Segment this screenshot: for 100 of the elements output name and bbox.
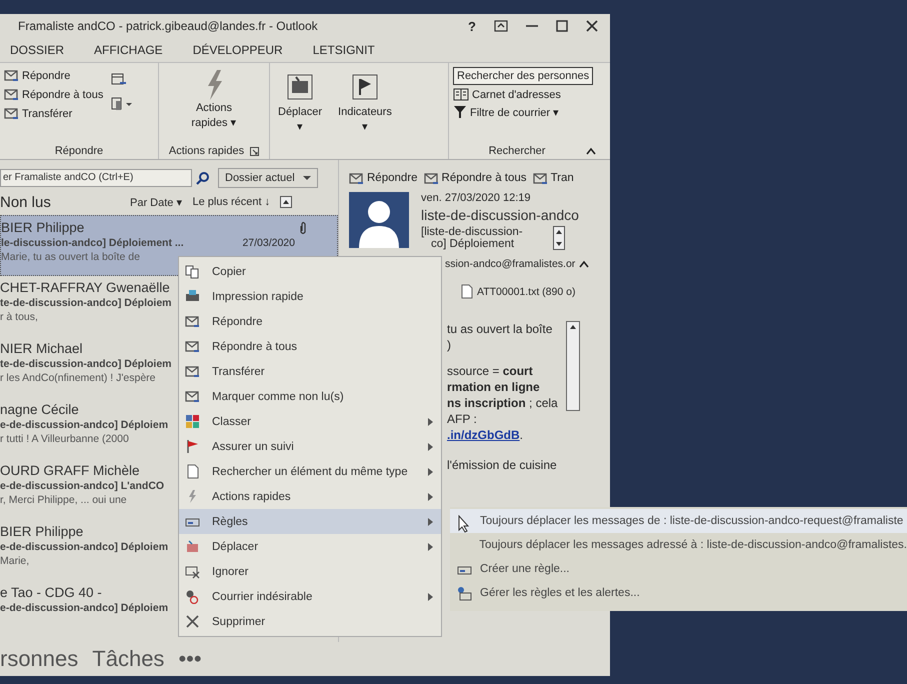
- rules-alert-icon: [457, 586, 472, 600]
- envelope-icon: [4, 68, 19, 83]
- address-book-button[interactable]: Carnet d'adresses: [453, 87, 594, 102]
- subject-scroll-icon: [552, 226, 565, 250]
- message-preview: r les AndCo(nfinement) ! J'espère: [0, 372, 156, 384]
- filter-mail-button[interactable]: Filtre de courrier ▾: [453, 104, 594, 120]
- envelope-icon: [4, 106, 19, 121]
- ribbon-tab[interactable]: LETSIGNIT: [312, 41, 375, 59]
- ribbon-tab[interactable]: AFFICHAGE: [94, 41, 163, 59]
- help-button[interactable]: ?: [468, 18, 476, 34]
- reply-action-button[interactable]: Tran: [532, 168, 574, 188]
- body-text: rmation en ligne: [447, 379, 541, 395]
- people-search-field[interactable]: Rechercher des personnes: [453, 67, 594, 85]
- sender-name: liste-de-discussion-andco: [421, 207, 579, 223]
- subject-text: [liste-de-discussion-: [421, 226, 523, 238]
- menu-item[interactable]: Transférer: [179, 359, 441, 384]
- navigation-item[interactable]: Tâches: [92, 646, 164, 672]
- message-subject: e-de-discussion-andco] Déploiem: [0, 419, 168, 431]
- printer-icon: [185, 289, 200, 304]
- message-preview: r, Merci Philippe, ... oui une: [0, 494, 127, 506]
- collapse-header-icon: [579, 260, 590, 268]
- menu-item[interactable]: Déplacer: [179, 534, 441, 559]
- envelope-icon: [424, 170, 439, 186]
- message-date: 27/03/2020: [242, 237, 295, 249]
- message-subject: e-de-discussion-andco] Déploiem: [0, 602, 168, 614]
- recipient-address: ssion-andco@framalistes.or: [445, 258, 576, 270]
- sender-name: BIER Philippe: [1, 219, 84, 237]
- ribbon-tab[interactable]: DOSSIER: [10, 41, 64, 59]
- envelope-icon: [185, 339, 200, 354]
- quick-actions-button[interactable]: Actions rapides ▾: [187, 67, 241, 143]
- move-button[interactable]: Déplacer ▾: [274, 67, 326, 159]
- menu-item[interactable]: Supprimer: [179, 609, 441, 634]
- menu-item[interactable]: Ignorer: [179, 559, 441, 584]
- group-label: Rechercher: [488, 144, 546, 159]
- message-subject: e-de-discussion-andco] L'andCO: [0, 480, 164, 492]
- menu-item[interactable]: Impression rapide: [179, 284, 441, 309]
- menu-item[interactable]: Toujours déplacer les messages adressé à : liste-de-discussion-andco@framalistes.: [450, 533, 907, 557]
- menu-item[interactable]: Gérer les règles et les alertes...: [450, 581, 907, 605]
- envelope-icon: [349, 170, 364, 186]
- folder-icon: [185, 539, 200, 554]
- message-preview: Marie,: [0, 555, 30, 567]
- flag-icon: [185, 439, 200, 454]
- menu-item[interactable]: Créer une règle...: [450, 557, 907, 581]
- ribbon-button[interactable]: Transférer: [4, 105, 104, 122]
- body-text: ssource = court: [447, 363, 534, 379]
- envelope-icon: [185, 314, 200, 329]
- body-text: ): [447, 337, 452, 353]
- menu-item[interactable]: Marquer comme non lu(s): [179, 384, 441, 409]
- more-respond-icon: [111, 97, 134, 111]
- reply-action-button[interactable]: Répondre: [349, 168, 418, 188]
- sort-order-button[interactable]: Le plus récent ↓: [192, 196, 270, 208]
- reply-action-button[interactable]: Répondre à tous: [424, 168, 527, 188]
- group-label: Répondre: [54, 144, 104, 159]
- ribbon-display-icon: [494, 20, 508, 32]
- ribbon-tab[interactable]: DÉVELOPPEUR: [192, 41, 283, 59]
- envelope-icon: [4, 87, 19, 102]
- sender-name: NIER Michael: [0, 340, 83, 358]
- close-icon: [185, 614, 200, 629]
- sender-name: nagne Cécile: [0, 401, 79, 419]
- avatar-silhouette-icon: [349, 192, 409, 248]
- navigation-item[interactable]: rsonnes: [0, 646, 78, 672]
- body-text: l'émission de cuisine: [447, 457, 558, 473]
- message-subject: le-discussion-andco] Déploiement ...: [1, 237, 184, 249]
- menu-item[interactable]: Répondre: [179, 309, 441, 334]
- subject-text: co] Déploiement: [430, 238, 516, 250]
- sender-name: CHET-RAFFRAY Gwenaëlle: [0, 279, 170, 297]
- scope-dropdown[interactable]: Dossier actuel: [218, 168, 318, 188]
- mouse-pointer-icon: [458, 515, 470, 533]
- envelope-icon: [185, 389, 200, 404]
- message-subject: te-de-discussion-andco] Déploiem: [0, 297, 172, 309]
- menu-item[interactable]: Règles: [179, 509, 441, 534]
- body-scrollbar-icon: [566, 321, 580, 411]
- minimize-icon: [526, 25, 538, 27]
- search-field[interactable]: er Framaliste andCO (Ctrl+E): [0, 168, 192, 187]
- dropdown-arrow-icon: [302, 174, 311, 181]
- body-text: tu as ouvert la boîte: [447, 321, 554, 337]
- body-text: ns inscription ; cela: [447, 395, 558, 411]
- group-label: Actions rapides: [168, 145, 244, 157]
- message-preview: r tutti ! A Villeurbanne (2000: [0, 433, 129, 445]
- message-link[interactable]: .in/dzGbGdB: [447, 428, 520, 442]
- menu-item[interactable]: Actions rapides: [179, 484, 441, 509]
- document-icon: [185, 464, 200, 479]
- body-text: .: [520, 428, 523, 442]
- ribbon-button[interactable]: Répondre à tous: [4, 86, 104, 103]
- ribbon-button[interactable]: Répondre: [4, 67, 104, 84]
- menu-item[interactable]: Assurer un suivi: [179, 434, 441, 459]
- menu-item[interactable]: Toujours déplacer les messages de : liste-de-discussion-andco-request@framaliste: [450, 509, 907, 533]
- sender-name: BIER Philippe: [0, 523, 84, 541]
- navigation-item[interactable]: •••: [178, 646, 202, 672]
- filter-label: Non lus: [0, 194, 52, 211]
- menu-item[interactable]: Rechercher un élément du même type: [179, 459, 441, 484]
- menu-item[interactable]: Répondre à tous: [179, 334, 441, 359]
- menu-item[interactable]: Courrier indésirable: [179, 584, 441, 609]
- menu-item[interactable]: Classer: [179, 409, 441, 434]
- sort-dropdown[interactable]: Par Date ▾: [130, 196, 182, 209]
- sender-name: e Tao - CDG 40 -: [0, 584, 102, 602]
- body-text: AFP :: [447, 411, 478, 427]
- flags-button[interactable]: Indicateurs ▾: [334, 67, 396, 159]
- attachment-chip[interactable]: ATT00001.txt (890 o): [459, 284, 610, 299]
- message-preview: Marie, tu as ouvert la boîte de: [1, 251, 140, 263]
